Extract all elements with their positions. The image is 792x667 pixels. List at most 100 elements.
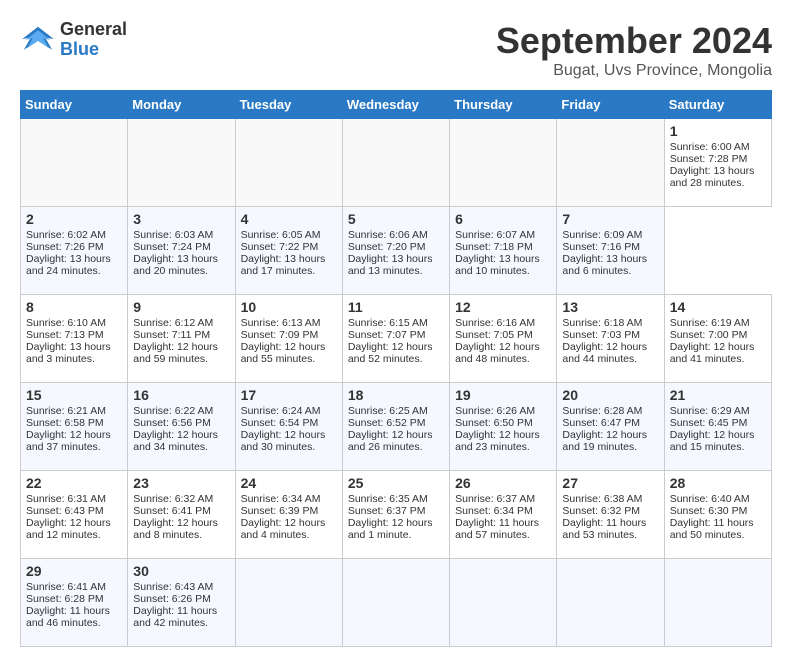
page-header: General Blue September 2024 Bugat, Uvs P… bbox=[20, 20, 772, 80]
day-number: 24 bbox=[241, 475, 337, 491]
sunset-text: Sunset: 7:24 PM bbox=[133, 241, 211, 253]
day-number: 28 bbox=[670, 475, 766, 491]
day-number: 21 bbox=[670, 387, 766, 403]
sunrise-text: Sunrise: 6:41 AM bbox=[26, 581, 106, 593]
calendar-cell: 30Sunrise: 6:43 AMSunset: 6:26 PMDayligh… bbox=[128, 559, 235, 647]
sunrise-text: Sunrise: 6:31 AM bbox=[26, 493, 106, 505]
calendar-cell: 3Sunrise: 6:03 AMSunset: 7:24 PMDaylight… bbox=[128, 207, 235, 295]
calendar-cell: 20Sunrise: 6:28 AMSunset: 6:47 PMDayligh… bbox=[557, 383, 664, 471]
header-friday: Friday bbox=[557, 91, 664, 119]
calendar-cell: 5Sunrise: 6:06 AMSunset: 7:20 PMDaylight… bbox=[342, 207, 449, 295]
calendar-table: SundayMondayTuesdayWednesdayThursdayFrid… bbox=[20, 90, 772, 647]
header-thursday: Thursday bbox=[450, 91, 557, 119]
sunrise-text: Sunrise: 6:16 AM bbox=[455, 317, 535, 329]
daylight-text: Daylight: 13 hours and 24 minutes. bbox=[26, 253, 111, 277]
sunset-text: Sunset: 7:13 PM bbox=[26, 329, 104, 341]
day-number: 20 bbox=[562, 387, 658, 403]
sunrise-text: Sunrise: 6:03 AM bbox=[133, 229, 213, 241]
day-number: 6 bbox=[455, 211, 551, 227]
calendar-cell: 9Sunrise: 6:12 AMSunset: 7:11 PMDaylight… bbox=[128, 295, 235, 383]
sunrise-text: Sunrise: 6:07 AM bbox=[455, 229, 535, 241]
sunset-text: Sunset: 6:58 PM bbox=[26, 417, 104, 429]
daylight-text: Daylight: 12 hours and 30 minutes. bbox=[241, 429, 326, 453]
day-number: 30 bbox=[133, 563, 229, 579]
sunrise-text: Sunrise: 6:09 AM bbox=[562, 229, 642, 241]
sunrise-text: Sunrise: 6:26 AM bbox=[455, 405, 535, 417]
daylight-text: Daylight: 13 hours and 3 minutes. bbox=[26, 341, 111, 365]
sunset-text: Sunset: 6:41 PM bbox=[133, 505, 211, 517]
logo-icon bbox=[20, 25, 56, 55]
sunset-text: Sunset: 6:54 PM bbox=[241, 417, 319, 429]
sunset-text: Sunset: 6:39 PM bbox=[241, 505, 319, 517]
day-number: 12 bbox=[455, 299, 551, 315]
daylight-text: Daylight: 12 hours and 37 minutes. bbox=[26, 429, 111, 453]
day-number: 4 bbox=[241, 211, 337, 227]
calendar-cell: 15Sunrise: 6:21 AMSunset: 6:58 PMDayligh… bbox=[21, 383, 128, 471]
calendar-cell: 25Sunrise: 6:35 AMSunset: 6:37 PMDayligh… bbox=[342, 471, 449, 559]
sunrise-text: Sunrise: 6:06 AM bbox=[348, 229, 428, 241]
daylight-text: Daylight: 12 hours and 23 minutes. bbox=[455, 429, 540, 453]
sunset-text: Sunset: 6:56 PM bbox=[133, 417, 211, 429]
day-number: 19 bbox=[455, 387, 551, 403]
calendar-cell bbox=[557, 559, 664, 647]
daylight-text: Daylight: 12 hours and 12 minutes. bbox=[26, 517, 111, 541]
month-title: September 2024 bbox=[496, 20, 772, 62]
sunrise-text: Sunrise: 6:32 AM bbox=[133, 493, 213, 505]
calendar-cell: 16Sunrise: 6:22 AMSunset: 6:56 PMDayligh… bbox=[128, 383, 235, 471]
day-number: 10 bbox=[241, 299, 337, 315]
day-number: 1 bbox=[670, 123, 766, 139]
calendar-week-6: 29Sunrise: 6:41 AMSunset: 6:28 PMDayligh… bbox=[21, 559, 772, 647]
sunset-text: Sunset: 7:16 PM bbox=[562, 241, 640, 253]
calendar-body: 1Sunrise: 6:00 AMSunset: 7:28 PMDaylight… bbox=[21, 119, 772, 647]
sunset-text: Sunset: 7:22 PM bbox=[241, 241, 319, 253]
location: Bugat, Uvs Province, Mongolia bbox=[496, 62, 772, 80]
calendar-cell: 8 Sunrise: 6:10 AMSunset: 7:13 PMDaylight… bbox=[21, 295, 128, 383]
calendar-week-4: 15Sunrise: 6:21 AMSunset: 6:58 PMDayligh… bbox=[21, 383, 772, 471]
day-number: 27 bbox=[562, 475, 658, 491]
day-number: 22 bbox=[26, 475, 122, 491]
day-number: 2 bbox=[26, 211, 122, 227]
sunrise-text: Sunrise: 6:15 AM bbox=[348, 317, 428, 329]
day-number: 3 bbox=[133, 211, 229, 227]
day-number: 7 bbox=[562, 211, 658, 227]
calendar-cell: 28Sunrise: 6:40 AMSunset: 6:30 PMDayligh… bbox=[664, 471, 771, 559]
daylight-text: Daylight: 12 hours and 1 minute. bbox=[348, 517, 433, 541]
header-wednesday: Wednesday bbox=[342, 91, 449, 119]
sunset-text: Sunset: 7:07 PM bbox=[348, 329, 426, 341]
sunrise-text: Sunrise: 6:05 AM bbox=[241, 229, 321, 241]
sunrise-text: Sunrise: 6:18 AM bbox=[562, 317, 642, 329]
calendar-cell bbox=[342, 559, 449, 647]
day-number: 8 bbox=[26, 299, 122, 315]
logo-line2: Blue bbox=[60, 40, 127, 60]
sunset-text: Sunset: 7:28 PM bbox=[670, 153, 748, 165]
daylight-text: Daylight: 11 hours and 46 minutes. bbox=[26, 605, 110, 629]
daylight-text: Daylight: 12 hours and 48 minutes. bbox=[455, 341, 540, 365]
calendar-cell: 19Sunrise: 6:26 AMSunset: 6:50 PMDayligh… bbox=[450, 383, 557, 471]
calendar-cell: 17Sunrise: 6:24 AMSunset: 6:54 PMDayligh… bbox=[235, 383, 342, 471]
sunrise-text: Sunrise: 6:10 AM bbox=[26, 317, 106, 329]
daylight-text: Daylight: 11 hours and 57 minutes. bbox=[455, 517, 539, 541]
daylight-text: Daylight: 12 hours and 15 minutes. bbox=[670, 429, 755, 453]
calendar-cell: 7Sunrise: 6:09 AMSunset: 7:16 PMDaylight… bbox=[557, 207, 664, 295]
calendar-cell: 12 Sunrise: 6:16 AMSunset: 7:05 PMDayligh… bbox=[450, 295, 557, 383]
calendar-cell: 13Sunrise: 6:18 AMSunset: 7:03 PMDayligh… bbox=[557, 295, 664, 383]
sunrise-text: Sunrise: 6:38 AM bbox=[562, 493, 642, 505]
sunset-text: Sunset: 7:18 PM bbox=[455, 241, 533, 253]
sunset-text: Sunset: 6:30 PM bbox=[670, 505, 748, 517]
logo: General Blue bbox=[20, 20, 127, 60]
daylight-text: Daylight: 12 hours and 44 minutes. bbox=[562, 341, 647, 365]
daylight-text: Daylight: 11 hours and 42 minutes. bbox=[133, 605, 217, 629]
sunset-text: Sunset: 7:05 PM bbox=[455, 329, 533, 341]
daylight-text: Daylight: 12 hours and 59 minutes. bbox=[133, 341, 218, 365]
daylight-text: Daylight: 12 hours and 26 minutes. bbox=[348, 429, 433, 453]
calendar-cell bbox=[128, 119, 235, 207]
day-number: 18 bbox=[348, 387, 444, 403]
sunrise-text: Sunrise: 6:12 AM bbox=[133, 317, 213, 329]
sunset-text: Sunset: 6:37 PM bbox=[348, 505, 426, 517]
daylight-text: Daylight: 11 hours and 53 minutes. bbox=[562, 517, 646, 541]
sunset-text: Sunset: 6:32 PM bbox=[562, 505, 640, 517]
sunrise-text: Sunrise: 6:28 AM bbox=[562, 405, 642, 417]
sunrise-text: Sunrise: 6:13 AM bbox=[241, 317, 321, 329]
calendar-cell: 29Sunrise: 6:41 AMSunset: 6:28 PMDayligh… bbox=[21, 559, 128, 647]
calendar-cell bbox=[342, 119, 449, 207]
